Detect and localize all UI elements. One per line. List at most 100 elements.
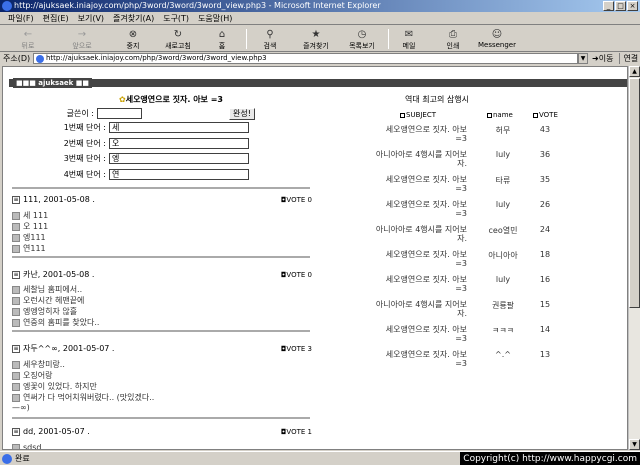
links-button[interactable]: 연결	[619, 53, 638, 64]
favorites-button[interactable]: ★ 즐겨찾기	[296, 27, 336, 51]
entry-line: 오런시간 헤맨끝에	[12, 295, 84, 306]
refresh-button[interactable]: ↻ 새로고침	[160, 27, 196, 51]
maximize-button[interactable]: □	[615, 1, 626, 11]
status-text: 완료	[15, 454, 30, 463]
menu-help[interactable]: 도움말(H)	[198, 13, 232, 24]
status-bar: 완료 Copyright(c) http://www.happycgi.com	[0, 451, 640, 465]
search-button[interactable]: ⚲ 검색	[256, 27, 284, 51]
line-icon	[12, 211, 20, 220]
scroll-down-button[interactable]: ▼	[629, 439, 640, 450]
go-button[interactable]: ➜이동	[592, 53, 613, 64]
line-icon	[12, 233, 20, 242]
back-arrow-icon: ←	[23, 29, 33, 40]
menu-file[interactable]: 파일(F)	[8, 13, 34, 24]
copyright-banner: Copyright(c) http://www.happycgi.com	[460, 452, 640, 465]
refresh-icon: ↻	[173, 29, 183, 40]
word2-row: 2번째 단어 : 오	[9, 138, 249, 149]
history-button[interactable]: ◷ 목록보기	[342, 27, 382, 51]
submit-button[interactable]: 완성!	[229, 108, 255, 120]
entry-line: 세 111	[12, 210, 48, 221]
vote-link[interactable]: ◘VOTE 1	[281, 428, 312, 436]
ie-logo-icon	[2, 1, 12, 11]
line-icon	[12, 222, 20, 231]
column-icon	[533, 112, 538, 118]
address-label: 주소(D)	[3, 54, 31, 63]
entry-line: 오 111	[12, 221, 48, 232]
address-bar: 주소(D) http://ajuksaek.iniajoy.com/php/3w…	[0, 52, 640, 65]
star-icon: ✿	[119, 95, 126, 104]
entry-line: 엥엥엉히자 않흘	[12, 306, 77, 317]
word2-input[interactable]: 오	[109, 138, 249, 149]
entry-line: 연써가 다 먹어치워버렸다.. (맛있겠다..	[12, 392, 154, 403]
divider	[12, 187, 310, 189]
entry-header: ≡ 자두^^∞, 2001-05-07 . ◘VOTE 3	[12, 344, 312, 353]
column-icon	[487, 112, 492, 118]
menu-view[interactable]: 보기(V)	[78, 13, 104, 24]
close-button[interactable]: ×	[627, 1, 638, 11]
entry-line: 엥꽃이 있었다. 하지만	[12, 381, 97, 392]
entry-header: ≡ 카난, 2001-05-08 . ◘VOTE 0	[12, 270, 312, 279]
menu-tools[interactable]: 도구(T)	[163, 13, 189, 24]
vertical-scrollbar[interactable]: ▲ ▼	[628, 66, 640, 450]
page-title: ✿세오앵연으로 짓자. 아보 =3	[119, 95, 223, 104]
entry-line: 연중의 홈피를 찾았다..	[12, 317, 99, 328]
favorites-icon: ★	[311, 29, 321, 40]
line-icon	[12, 382, 20, 391]
vote-header: VOTE	[533, 111, 558, 119]
word4-row: 4번째 단어 : 연	[9, 169, 249, 180]
menu-edit[interactable]: 편집(E)	[43, 13, 69, 24]
word4-input[interactable]: 연	[109, 169, 249, 180]
line-icon	[12, 371, 20, 380]
messenger-icon: ☺	[491, 29, 503, 40]
word2-label: 2번째 단어 :	[63, 139, 106, 148]
entry-header: ≡ dd, 2001-05-07 . ◘VOTE 1	[12, 427, 312, 436]
header-bar	[9, 79, 627, 87]
page-done-icon	[2, 453, 12, 464]
entry-header: ≡ 111, 2001-05-08 . ◘VOTE 0	[12, 195, 312, 204]
minimize-button[interactable]: _	[603, 1, 614, 11]
vote-link[interactable]: ◘VOTE 3	[281, 345, 312, 353]
page-icon	[36, 54, 44, 63]
forward-button[interactable]: → 앞으로	[62, 27, 102, 51]
word1-input[interactable]: 세	[109, 122, 249, 133]
printer-icon: ⎙	[449, 29, 457, 40]
stop-button[interactable]: ⊗ 중지	[118, 27, 148, 51]
line-icon	[12, 244, 20, 253]
vote-link[interactable]: ◘VOTE 0	[281, 196, 312, 204]
column-icon	[400, 112, 405, 118]
address-input[interactable]: http://ajuksaek.iniajoy.com/php/3word/3w…	[33, 53, 578, 64]
address-url: http://ajuksaek.iniajoy.com/php/3word/3w…	[46, 54, 267, 62]
entry-icon: ≡	[12, 427, 20, 436]
menu-favorites[interactable]: 즐겨찾기(A)	[113, 13, 154, 24]
scroll-thumb[interactable]	[629, 78, 640, 308]
line-icon	[12, 443, 20, 449]
forward-arrow-icon: →	[77, 29, 87, 40]
window-title-bar: http://ajuksaek.iniajoy.com/php/3word/3w…	[0, 0, 640, 12]
scroll-up-button[interactable]: ▲	[629, 66, 640, 77]
word3-row: 3번째 단어 : 엥	[9, 153, 249, 164]
entry-line: —∞)	[12, 403, 30, 412]
mail-button[interactable]: ✉ 메일	[396, 27, 422, 51]
address-dropdown-button[interactable]: ▼	[578, 53, 588, 64]
entry-line: 오징어랑	[12, 370, 52, 381]
entry-line: 세우창미랑..	[12, 359, 65, 370]
entry-line: 세찰님 홈피에서..	[12, 284, 82, 295]
messenger-button[interactable]: ☺ Messenger	[474, 27, 520, 51]
back-button[interactable]: ← 뒤로	[8, 27, 48, 51]
line-icon	[12, 296, 20, 305]
word3-input[interactable]: 엥	[109, 153, 249, 164]
entry-line: sdsd	[12, 443, 42, 449]
window-title: http://ajuksaek.iniajoy.com/php/3word/3w…	[14, 1, 381, 10]
history-icon: ◷	[357, 29, 367, 40]
print-button[interactable]: ⎙ 인쇄	[440, 27, 466, 51]
home-icon: ⌂	[218, 29, 226, 40]
home-button[interactable]: ⌂ 홈	[210, 27, 234, 51]
brand-label: ■■■ ajuksaek ■■	[13, 78, 93, 88]
stop-icon: ⊗	[128, 29, 138, 40]
line-icon	[12, 318, 20, 327]
vote-link[interactable]: ◘VOTE 0	[281, 271, 312, 279]
toolbar: ← 뒤로 → 앞으로 ⊗ 중지 ↻ 새로고침 ⌂ 홈 ⚲ 검색 ★ 즐겨찾기 ◷ 목록보기 ✉ 메…	[0, 26, 640, 52]
ranking-title: 역대 최고의 삼행시	[405, 95, 469, 104]
author-input[interactable]	[97, 108, 142, 119]
divider	[12, 417, 310, 419]
